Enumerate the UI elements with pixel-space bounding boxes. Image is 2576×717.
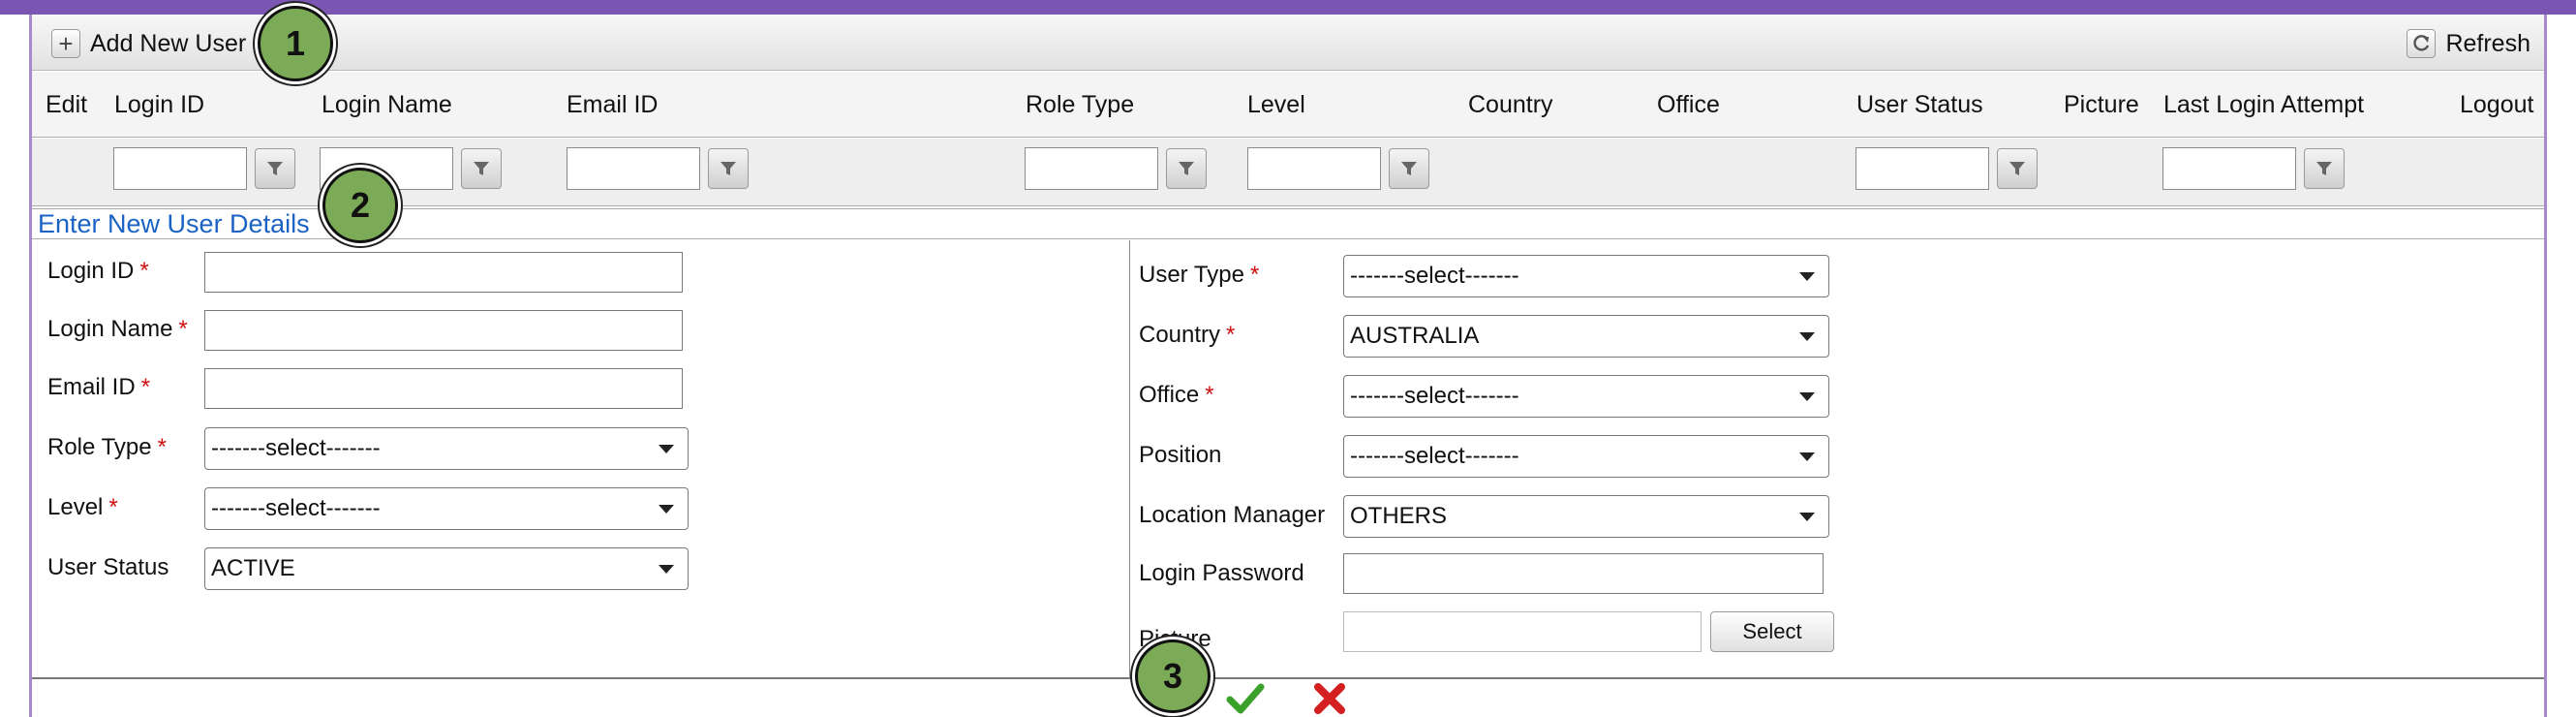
column-header-user-status[interactable]: User Status	[1856, 91, 1983, 119]
office-label: Office *	[1139, 382, 1214, 408]
add-new-user-button[interactable]: + Add New User	[51, 26, 246, 61]
add-new-user-label: Add New User	[90, 29, 247, 57]
save-button[interactable]	[1226, 681, 1265, 716]
checkmark-icon	[1226, 683, 1265, 714]
filter-icon	[474, 162, 489, 175]
chevron-down-icon	[1799, 391, 1815, 401]
chevron-down-icon	[659, 564, 674, 574]
filter-level	[1247, 146, 1429, 191]
user-management-panel: + Add New User Refresh Edit Login ID Log…	[29, 15, 2547, 717]
step-marker-3: 3	[1135, 639, 1211, 713]
login-name-label: Login Name *	[47, 316, 188, 342]
column-header-login-name[interactable]: Login Name	[322, 91, 452, 119]
filter-role-type-input[interactable]	[1025, 147, 1158, 190]
column-header-country[interactable]: Country	[1468, 91, 1553, 119]
plus-icon: +	[51, 29, 80, 58]
chevron-down-icon	[659, 504, 674, 514]
column-header-role-type[interactable]: Role Type	[1026, 91, 1134, 119]
column-header-last-login-attempt[interactable]: Last Login Attempt	[2163, 91, 2364, 119]
filter-login-id-button[interactable]	[255, 148, 295, 189]
filter-email-id-button[interactable]	[708, 148, 749, 189]
cross-icon	[1314, 683, 1345, 714]
step-marker-2: 2	[322, 168, 398, 243]
picture-file-input[interactable]	[1343, 611, 1702, 652]
form-actions	[32, 681, 2544, 717]
filter-role-type-button[interactable]	[1166, 148, 1207, 189]
level-label: Level *	[47, 494, 118, 520]
column-header-level[interactable]: Level	[1247, 91, 1305, 119]
level-select[interactable]: -------select-------	[204, 487, 689, 530]
login-id-label: Login ID *	[47, 258, 149, 284]
filter-email-id-input[interactable]	[567, 147, 700, 190]
country-select[interactable]: AUSTRALIA	[1343, 315, 1829, 358]
filter-icon	[267, 162, 283, 175]
filter-level-input[interactable]	[1247, 147, 1381, 190]
new-user-section-title: Enter New User Details	[38, 209, 310, 238]
filter-user-status	[1855, 146, 2038, 191]
refresh-icon	[2407, 29, 2437, 58]
refresh-button[interactable]: Refresh	[2407, 26, 2530, 61]
form-column-divider	[1129, 240, 1130, 679]
chevron-down-icon	[659, 444, 674, 453]
chevron-down-icon	[1799, 331, 1815, 341]
login-name-input[interactable]	[204, 310, 683, 351]
filter-user-status-button[interactable]	[1997, 148, 2038, 189]
filter-icon	[721, 162, 736, 175]
email-id-input[interactable]	[204, 368, 683, 409]
filter-icon	[2009, 162, 2025, 175]
position-select[interactable]: -------select-------	[1343, 435, 1829, 478]
filter-icon	[2316, 162, 2332, 175]
refresh-label: Refresh	[2445, 29, 2530, 57]
column-header-picture[interactable]: Picture	[2064, 91, 2139, 119]
filter-icon	[1179, 162, 1194, 175]
column-header-login-id[interactable]: Login ID	[114, 91, 204, 119]
role-type-label: Role Type *	[47, 434, 167, 460]
location-manager-select[interactable]: OTHERS	[1343, 495, 1829, 538]
login-password-label: Login Password	[1139, 560, 1304, 586]
filter-login-name-button[interactable]	[461, 148, 502, 189]
filter-role-type	[1025, 146, 1207, 191]
step-marker-1: 1	[258, 6, 333, 81]
filter-last-login-input[interactable]	[2162, 147, 2296, 190]
position-label: Position	[1139, 442, 1222, 468]
grid-header-row: Edit Login ID Login Name Email ID Role T…	[32, 72, 2544, 138]
chevron-down-icon	[1799, 271, 1815, 281]
filter-user-status-input[interactable]	[1855, 147, 1989, 190]
column-header-edit[interactable]: Edit	[46, 91, 87, 119]
location-manager-label: Location Manager	[1139, 502, 1326, 528]
login-id-input[interactable]	[204, 252, 683, 293]
role-type-select[interactable]: -------select-------	[204, 427, 689, 470]
top-accent-bar	[0, 0, 2576, 15]
office-select[interactable]: -------select-------	[1343, 375, 1829, 418]
cancel-button[interactable]	[1312, 681, 1351, 716]
column-header-office[interactable]: Office	[1657, 91, 1720, 119]
login-password-input[interactable]	[1343, 553, 1824, 594]
user-type-select[interactable]: -------select-------	[1343, 255, 1829, 297]
new-user-section-header: Enter New User Details	[32, 208, 2544, 239]
user-status-label: User Status	[47, 554, 169, 580]
email-id-label: Email ID *	[47, 374, 151, 400]
user-type-label: User Type *	[1139, 262, 1260, 288]
filter-last-login	[2162, 146, 2345, 191]
column-header-logout[interactable]: Logout	[2460, 91, 2533, 119]
filter-login-id	[113, 146, 295, 191]
user-status-select[interactable]: ACTIVE	[204, 547, 689, 590]
grid-filter-row	[32, 139, 2544, 206]
new-user-form: Login ID * Login Name * Email ID * Role Typ…	[32, 240, 2544, 679]
filter-login-id-input[interactable]	[113, 147, 247, 190]
column-header-email-id[interactable]: Email ID	[567, 91, 658, 119]
chevron-down-icon	[1799, 452, 1815, 461]
filter-icon	[1401, 162, 1417, 175]
filter-last-login-button[interactable]	[2304, 148, 2345, 189]
country-label: Country *	[1139, 322, 1236, 348]
filter-level-button[interactable]	[1389, 148, 1429, 189]
filter-email-id	[567, 146, 749, 191]
chevron-down-icon	[1799, 512, 1815, 521]
picture-select-button[interactable]: Select	[1710, 611, 1834, 652]
grid-toolbar: + Add New User Refresh	[32, 15, 2544, 71]
